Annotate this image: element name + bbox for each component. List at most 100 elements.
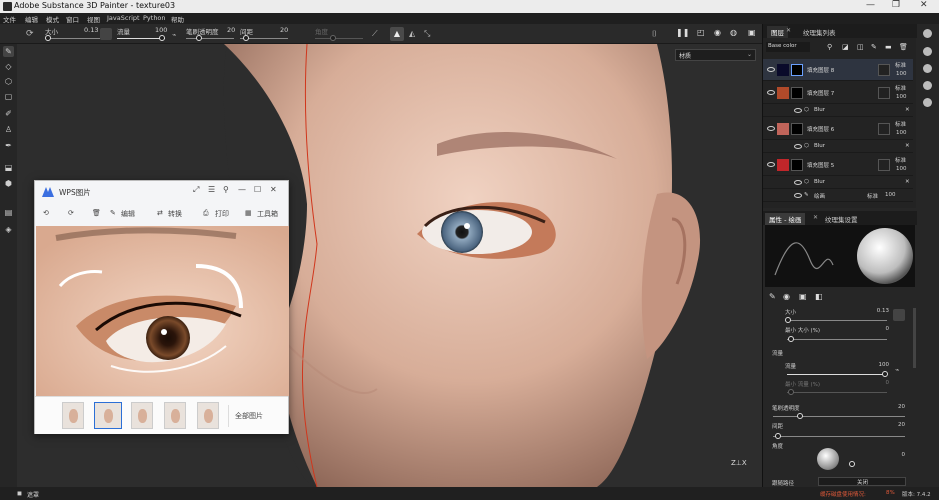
prop-stroke-opacity-slider-track[interactable] (773, 416, 905, 417)
library-icon[interactable]: ◈ (3, 224, 14, 235)
tab-layers[interactable]: 图层 (767, 26, 788, 38)
rotate-left-icon[interactable]: ⟲ (43, 209, 49, 217)
tab-texture-set-settings[interactable]: 纹理集设置 (821, 213, 862, 225)
toolbar-size-slider-track[interactable] (45, 38, 100, 39)
polygon-fill-tool-icon[interactable]: ⬢ (3, 178, 14, 189)
toolbar-angle-slider-knob[interactable] (330, 35, 336, 41)
wps-print-button[interactable]: 打印 (215, 209, 229, 219)
close-icon[interactable]: ✕ (270, 185, 277, 194)
mirror-icon[interactable]: ◭ (409, 29, 415, 38)
asset-icon[interactable]: ▤ (3, 207, 14, 218)
paint-opacity[interactable]: 100 (885, 192, 896, 198)
add-effect-icon[interactable]: ⚲ (827, 43, 832, 51)
toolbar-stroke-opacity-slider-knob[interactable] (196, 35, 202, 41)
smudge-tool-icon[interactable]: ✐ (3, 108, 14, 119)
effect-row[interactable]: ⬡ Blur ✕ (763, 105, 913, 117)
wps-edit-button[interactable]: 编辑 (121, 209, 135, 219)
toolbar-angle-slider-track[interactable] (315, 38, 363, 39)
close-icon[interactable]: ✕ (786, 27, 791, 34)
layer-opacity[interactable]: 100 (896, 94, 907, 100)
prop-size-slider-knob[interactable] (785, 317, 791, 323)
viewport-material-dropdown[interactable]: 材质 ⌄ (675, 49, 756, 61)
pin-icon[interactable]: ⚲ (223, 185, 229, 194)
toolbar-flow-slider-knob[interactable] (159, 35, 165, 41)
layer-mask-thumbnail[interactable] (791, 159, 803, 171)
close-icon[interactable]: ✕ (920, 0, 928, 10)
eye-icon[interactable] (794, 108, 802, 113)
layer-mask-thumbnail[interactable] (791, 64, 803, 76)
properties-scrollbar[interactable] (913, 308, 916, 368)
symmetry-icon[interactable]: ⟳ (26, 29, 34, 39)
layers-panel-icon[interactable] (923, 29, 932, 38)
prop-min-size-slider-track[interactable] (787, 339, 887, 340)
thumbnail[interactable] (131, 402, 153, 429)
color-picker-tool-icon[interactable]: ✒ (3, 140, 14, 151)
add-folder-icon[interactable]: ▬ (885, 43, 892, 51)
menu-icon[interactable]: ☰ (208, 185, 215, 194)
menu-window[interactable]: 窗口 (66, 14, 79, 24)
thumbnail[interactable] (62, 402, 84, 429)
toolbar-stroke-opacity-slider-track[interactable] (186, 38, 234, 39)
menu-edit[interactable]: 编辑 (25, 14, 38, 24)
brush-tab-icon[interactable]: ✎ (769, 292, 776, 301)
eye-icon[interactable] (794, 144, 802, 149)
environment-icon[interactable]: ◍ (730, 28, 737, 37)
wps-toolbox-button[interactable]: 工具箱 (257, 209, 278, 219)
layer-opacity[interactable]: 100 (896, 166, 907, 172)
menu-python[interactable]: Python (143, 14, 166, 22)
toolbar-flow-slider-track[interactable] (117, 38, 165, 39)
layer-mask-thumbnail[interactable] (791, 87, 803, 99)
prop-flow-slider-knob[interactable] (882, 371, 888, 377)
alpha-tab-icon[interactable]: ◉ (783, 292, 790, 301)
delete-layer-icon[interactable]: 🗑 (899, 43, 908, 51)
thumbnail-selected[interactable] (94, 402, 122, 429)
bake-tool-icon[interactable]: ⬓ (3, 162, 14, 173)
close-icon[interactable]: ✕ (813, 214, 818, 221)
channel-dropdown[interactable]: Base color (766, 42, 810, 52)
eye-icon[interactable] (767, 162, 775, 167)
lazy-mouse-icon[interactable]: ▲ (390, 27, 404, 41)
menu-javascript[interactable]: JavaScript (107, 14, 140, 22)
add-fill-layer-icon[interactable]: ◫ (857, 43, 864, 51)
pen-pressure-toggle[interactable] (893, 309, 905, 321)
paint-blend-mode[interactable]: 标准 (867, 192, 878, 200)
menu-help[interactable]: 帮助 (171, 14, 184, 24)
layer-mask-slot[interactable] (878, 87, 890, 99)
prop-spacing-slider-knob[interactable] (775, 433, 781, 439)
stencil-icon[interactable]: ⤡ (424, 29, 430, 39)
geometry-fill-tool-icon[interactable]: ▢ (3, 91, 14, 102)
angle-follow-icon[interactable]: ⟋ (372, 29, 378, 39)
layer-row[interactable]: 填充图层 7 标准 100 (763, 82, 913, 104)
angle-dial[interactable] (817, 448, 839, 470)
close-icon[interactable]: ✕ (905, 107, 910, 113)
prop-angle-slider-knob[interactable] (849, 461, 855, 467)
maximize-icon[interactable]: ☐ (254, 185, 261, 194)
wps-all-images-link[interactable]: 全部图片 (235, 411, 263, 421)
pressure-icon[interactable]: ⌁ (172, 31, 176, 39)
paint-row[interactable]: ✎ 绘画 标准 100 (763, 190, 913, 202)
prop-spacing-slider-track[interactable] (773, 436, 905, 437)
projection-tool-icon[interactable]: ⬡ (3, 76, 14, 87)
layer-mask-slot[interactable] (878, 123, 890, 135)
layer-blend-mode[interactable]: 标准 (895, 61, 906, 69)
pressure-icon[interactable]: ⌁ (895, 366, 899, 374)
layer-row[interactable]: 填充图层 8 标准 100 (763, 59, 913, 81)
clone-tool-icon[interactable]: ♙ (3, 124, 14, 135)
tab-properties-paint[interactable]: 属性 - 绘画 (765, 213, 806, 225)
eye-icon[interactable] (794, 180, 802, 185)
eye-icon[interactable] (767, 90, 775, 95)
eye-icon[interactable] (767, 67, 775, 72)
display-settings-icon[interactable] (923, 98, 932, 107)
minimize-icon[interactable]: — (238, 185, 246, 194)
delete-icon[interactable]: 🗑 (92, 209, 101, 217)
thumbnail[interactable] (197, 402, 219, 429)
eraser-tool-icon[interactable]: ◇ (3, 61, 14, 72)
layer-opacity[interactable]: 100 (896, 130, 907, 136)
menu-file[interactable]: 文件 (3, 14, 16, 24)
layer-blend-mode[interactable]: 标准 (895, 84, 906, 92)
toolbar-spacing-slider-knob[interactable] (243, 35, 249, 41)
prop-min-flow-slider-knob[interactable] (788, 389, 794, 395)
layer-row[interactable]: 填充图层 5 标准 100 (763, 154, 913, 176)
layer-mask-thumbnail[interactable] (791, 123, 803, 135)
material-tab-icon[interactable]: ◧ (815, 292, 823, 301)
